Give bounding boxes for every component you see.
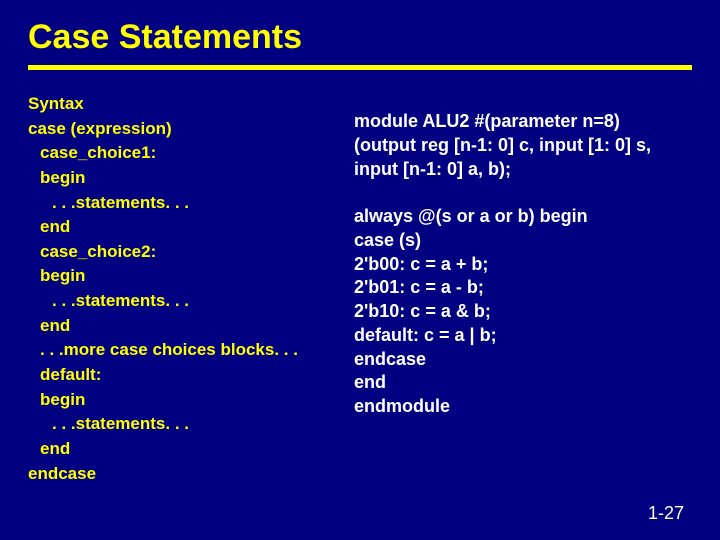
code-line: always @(s or a or b) begin	[354, 205, 692, 229]
syntax-line: . . .more case choices blocks. . .	[28, 338, 336, 363]
code-line: 2'b10: c = a & b;	[354, 300, 692, 324]
syntax-line: default:	[28, 363, 336, 388]
code-line: default: c = a | b;	[354, 324, 692, 348]
code-line: end	[354, 371, 692, 395]
syntax-line: begin	[28, 388, 336, 413]
code-line: endcase	[354, 348, 692, 372]
syntax-line: end	[28, 215, 336, 240]
code-line: 2'b00: c = a + b;	[354, 253, 692, 277]
syntax-line: . . .statements. . .	[28, 191, 336, 216]
content-columns: Syntax case (expression) case_choice1: b…	[28, 92, 692, 486]
syntax-column: Syntax case (expression) case_choice1: b…	[28, 92, 336, 486]
code-line: input [n-1: 0] a, b);	[354, 158, 692, 182]
syntax-line: end	[28, 314, 336, 339]
code-column: module ALU2 #(parameter n=8) (output reg…	[354, 92, 692, 486]
code-line	[354, 181, 692, 205]
syntax-line: begin	[28, 166, 336, 191]
code-line: endmodule	[354, 395, 692, 419]
syntax-line: begin	[28, 264, 336, 289]
syntax-line: case (expression)	[28, 117, 336, 142]
code-line: (output reg [n-1: 0] c, input [1: 0] s,	[354, 134, 692, 158]
syntax-line: . . .statements. . .	[28, 412, 336, 437]
syntax-line: case_choice1:	[28, 141, 336, 166]
syntax-heading: Syntax	[28, 92, 336, 117]
syntax-line: end	[28, 437, 336, 462]
syntax-line: case_choice2:	[28, 240, 336, 265]
code-line: 2'b01: c = a - b;	[354, 276, 692, 300]
syntax-line: . . .statements. . .	[28, 289, 336, 314]
page-number: 1-27	[648, 503, 684, 524]
title-rule	[28, 65, 692, 70]
code-line: module ALU2 #(parameter n=8)	[354, 110, 692, 134]
slide-title: Case Statements	[28, 18, 692, 57]
syntax-line: endcase	[28, 462, 336, 487]
code-line: case (s)	[354, 229, 692, 253]
